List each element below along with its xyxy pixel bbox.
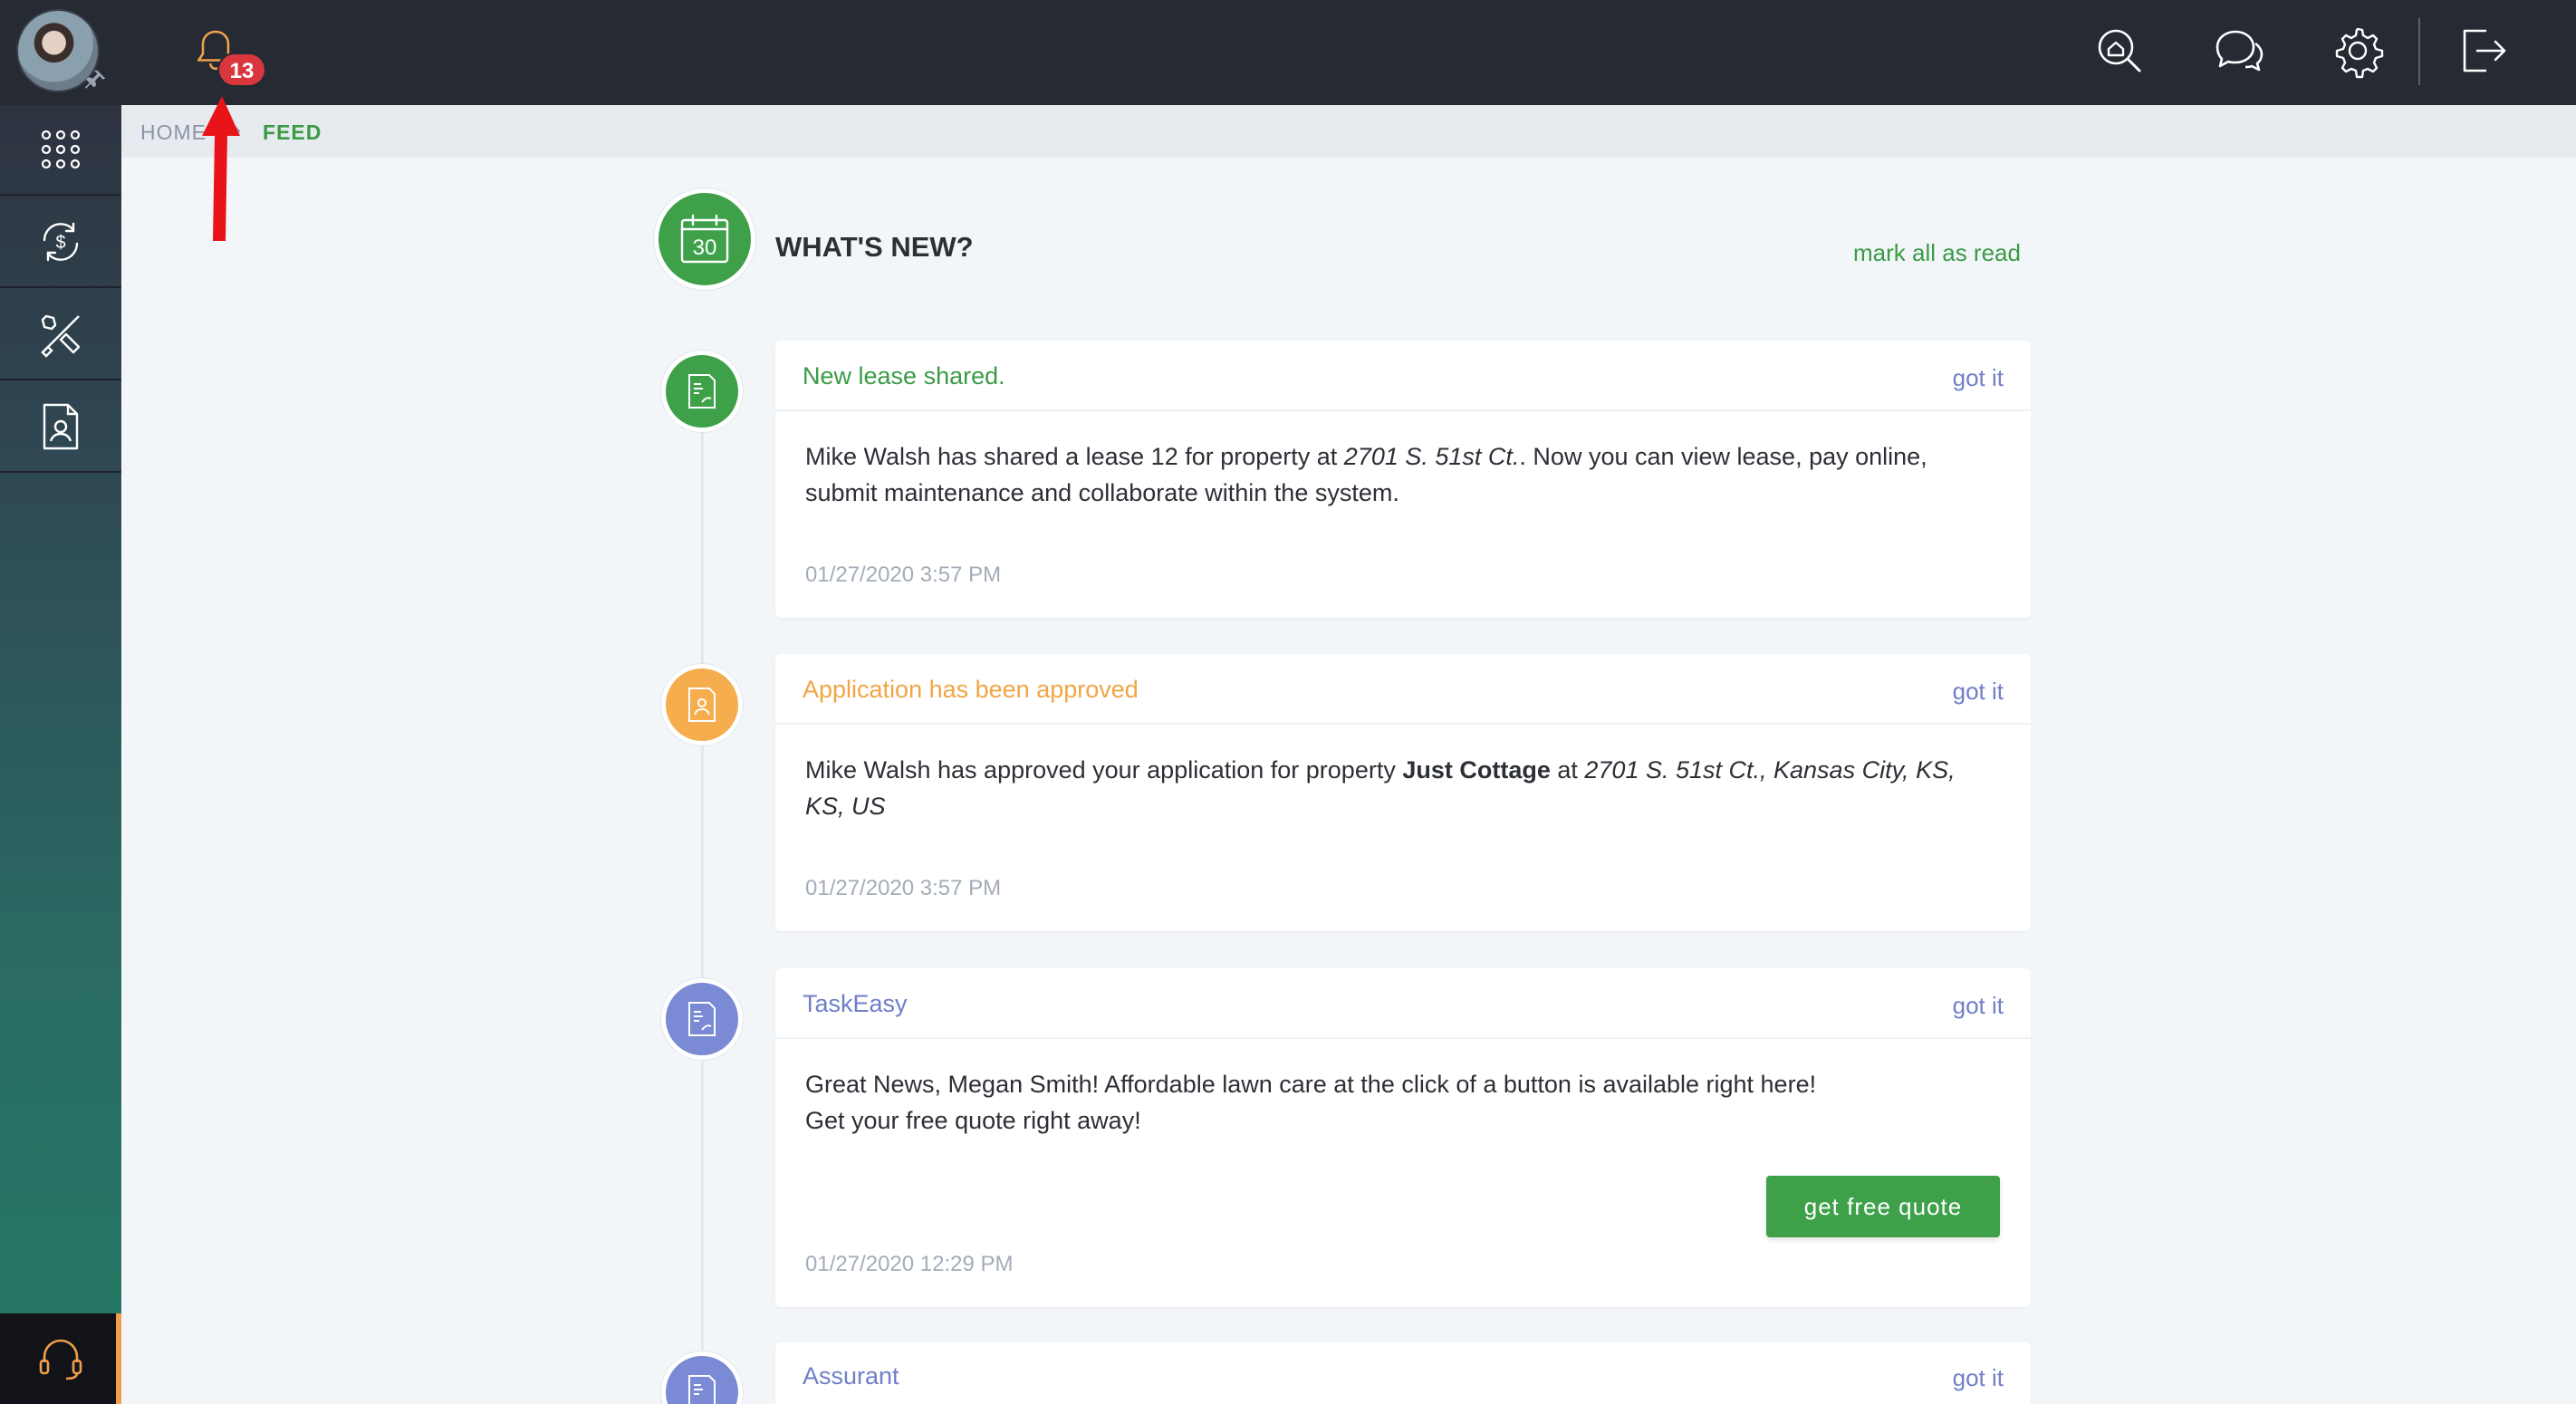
- notification-count-badge[interactable]: 13: [217, 53, 266, 87]
- timeline-line: [701, 399, 704, 1404]
- payments-icon: $: [43, 222, 79, 262]
- breadcrumb-current: FEED: [263, 120, 322, 144]
- got-it-link[interactable]: got it: [1953, 1364, 2004, 1392]
- sidebar-item-payments[interactable]: $: [0, 197, 121, 288]
- feed-card: Assurant got it: [775, 1342, 2031, 1404]
- support-button[interactable]: [0, 1313, 121, 1404]
- feed-card-date: 01/27/2020 3:57 PM: [805, 876, 1002, 900]
- gear-icon[interactable]: [2329, 22, 2387, 80]
- feed-card-body: Mike Walsh has approved your application…: [805, 756, 1956, 820]
- sidebar-item-tenant[interactable]: [0, 382, 121, 473]
- application-icon: [688, 688, 716, 722]
- maintenance-tools-icon: [41, 314, 81, 358]
- search-home-icon[interactable]: [2091, 22, 2148, 80]
- sidebar-item-maintenance[interactable]: [0, 290, 121, 380]
- headset-icon: [39, 1339, 82, 1380]
- top-bar: 13: [0, 0, 2576, 105]
- feed-card-body: Mike Walsh has shared a lease 12 for pro…: [805, 443, 1927, 506]
- feed-card: TaskEasy got it Great News, Megan Smith!…: [775, 968, 2031, 1307]
- got-it-link[interactable]: got it: [1953, 992, 2004, 1020]
- feed-card-title: Application has been approved: [803, 676, 1139, 703]
- got-it-link[interactable]: got it: [1953, 364, 2004, 392]
- timeline-dot: [661, 351, 743, 432]
- feed-card-date: 01/27/2020 3:57 PM: [805, 563, 1002, 587]
- feed-card: Application has been approved got it Mik…: [775, 654, 2031, 931]
- document-icon: [688, 1375, 716, 1404]
- lease-document-icon: [688, 374, 716, 409]
- mark-all-read-link[interactable]: mark all as read: [1853, 239, 2021, 267]
- timeline-dot: [661, 1351, 743, 1404]
- chat-icon[interactable]: [2210, 22, 2268, 80]
- timeline-dot: [661, 978, 743, 1060]
- sidebar-item-apps[interactable]: [0, 105, 121, 196]
- feed-card-header: Assurant got it: [775, 1342, 2031, 1404]
- timeline-dot: [661, 664, 743, 745]
- got-it-link[interactable]: got it: [1953, 678, 2004, 706]
- feed-card-title: New lease shared.: [803, 362, 1005, 389]
- feed-card-header: TaskEasy got it: [775, 968, 2031, 1039]
- feed-card-header: New lease shared. got it: [775, 341, 2031, 411]
- tenant-document-icon: [43, 403, 79, 450]
- feed-card-title: TaskEasy: [803, 990, 908, 1017]
- feed-card-header: Application has been approved got it: [775, 654, 2031, 725]
- logout-icon[interactable]: [2452, 22, 2510, 80]
- pin-icon[interactable]: [82, 67, 109, 94]
- document-icon: [688, 1002, 716, 1036]
- annotation-arrow: [202, 96, 240, 241]
- feed-card-title: Assurant: [803, 1362, 899, 1390]
- support-accent-bar: [116, 1313, 121, 1404]
- whats-new-calendar-badge: 30: [654, 188, 755, 290]
- apps-grid-icon: [41, 130, 81, 169]
- get-free-quote-button[interactable]: get free quote: [1766, 1176, 2000, 1237]
- left-sidebar: $: [0, 105, 121, 1404]
- feed-card-date: 01/27/2020 12:29 PM: [805, 1252, 1014, 1276]
- user-avatar[interactable]: [16, 9, 106, 96]
- toolbar-divider: [2418, 18, 2420, 85]
- feed-card-body: Great News, Megan Smith! Affordable lawn…: [805, 1071, 1817, 1134]
- breadcrumb: [121, 105, 2576, 158]
- calendar-icon: 30: [680, 214, 729, 264]
- page-title: WHAT'S NEW?: [775, 231, 974, 263]
- svg-text:$: $: [55, 233, 65, 253]
- feed-card: New lease shared. got it Mike Walsh has …: [775, 341, 2031, 618]
- calendar-day: 30: [693, 236, 717, 260]
